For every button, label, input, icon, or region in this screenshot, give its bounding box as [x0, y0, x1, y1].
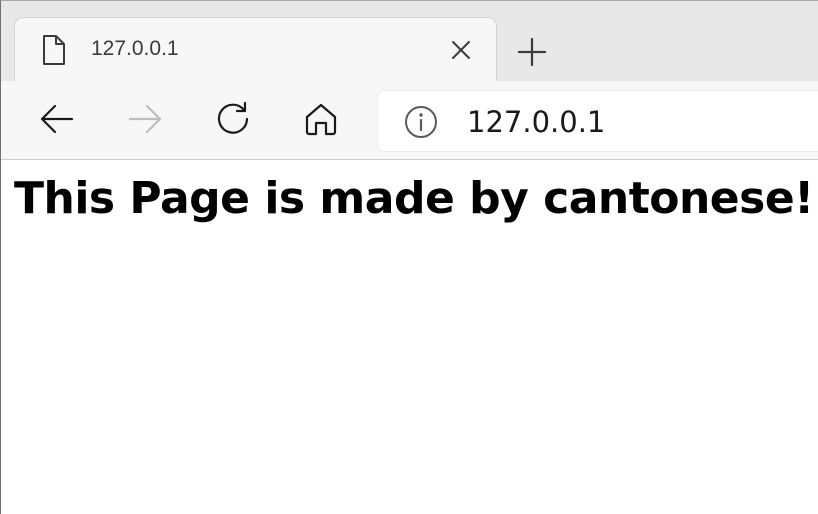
page-heading: This Page is made by cantonese! [14, 173, 814, 224]
address-bar[interactable]: 127.0.0.1 [378, 91, 818, 151]
refresh-button[interactable] [213, 99, 253, 139]
close-icon[interactable] [449, 38, 473, 62]
arrow-right-icon [127, 103, 163, 135]
home-icon [304, 102, 338, 136]
document-icon [41, 34, 67, 66]
page-content: This Page is made by cantonese! [1, 160, 818, 514]
info-icon[interactable] [404, 105, 438, 139]
tab-strip: 127.0.0.1 [1, 1, 818, 81]
back-button[interactable] [37, 99, 77, 139]
refresh-icon [215, 101, 251, 137]
tab-active[interactable]: 127.0.0.1 [15, 18, 496, 81]
browser-window: 127.0.0.1 127.0.0.1 This Page is made by… [0, 0, 818, 514]
url-text[interactable]: 127.0.0.1 [467, 105, 605, 139]
tab-title: 127.0.0.1 [91, 37, 179, 60]
plus-icon[interactable] [516, 36, 548, 68]
arrow-left-icon [39, 103, 75, 135]
home-button[interactable] [301, 99, 341, 139]
toolbar: 127.0.0.1 [1, 81, 818, 160]
forward-button[interactable] [125, 99, 165, 139]
